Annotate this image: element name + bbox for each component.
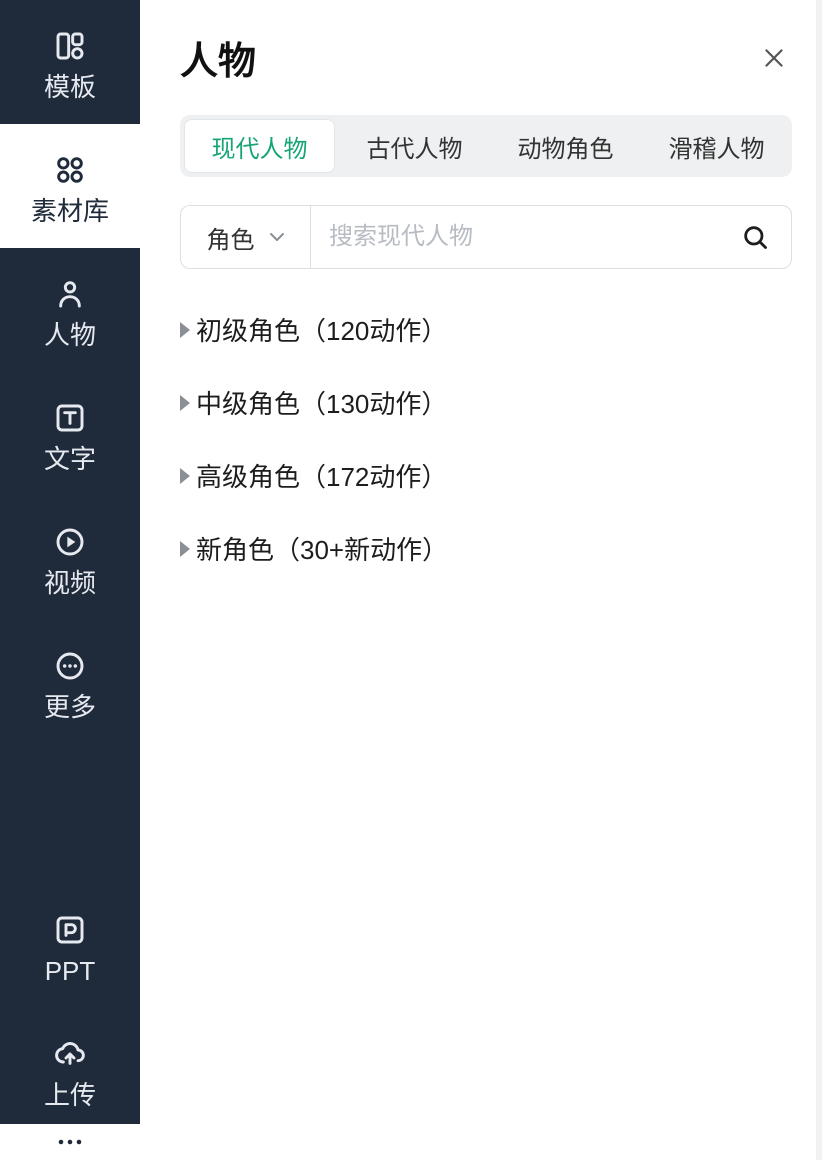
category-label: 初级角色（120动作）: [196, 311, 447, 348]
triangle-right-icon: [180, 322, 190, 338]
panel-scroll-track[interactable]: [816, 0, 822, 1160]
tab-label: 现代人物: [212, 129, 308, 164]
sidebar-item-template[interactable]: 模板: [0, 0, 140, 124]
triangle-right-icon: [180, 395, 190, 411]
category-new[interactable]: 新角色（30+新动作）: [180, 530, 792, 567]
upload-icon: [52, 1036, 88, 1072]
triangle-right-icon: [180, 468, 190, 484]
ppt-icon: [52, 912, 88, 948]
sidebar-item-label: 人物: [44, 322, 96, 348]
category-intermediate[interactable]: 中级角色（130动作）: [180, 384, 792, 421]
tab-ancient[interactable]: 古代人物: [339, 115, 490, 177]
sidebar-item-label: 更多: [44, 694, 96, 720]
close-button[interactable]: [756, 40, 792, 76]
panel-title: 人物: [180, 30, 256, 85]
panel-header: 人物: [180, 30, 792, 85]
category-advanced[interactable]: 高级角色（172动作）: [180, 457, 792, 494]
sidebar: 模板 素材库 人物 文字: [0, 0, 140, 1160]
category-label: 高级角色（172动作）: [196, 457, 447, 494]
character-tabs: 现代人物 古代人物 动物角色 滑稽人物: [180, 115, 792, 177]
tab-label: 古代人物: [367, 129, 463, 164]
filter-label: 角色: [207, 220, 255, 255]
video-icon: [52, 524, 88, 560]
text-icon: [52, 400, 88, 436]
search-input[interactable]: [329, 223, 737, 251]
chevron-down-icon: [269, 232, 285, 242]
sidebar-item-assets[interactable]: 素材库: [0, 124, 140, 248]
sidebar-item-label: 素材库: [31, 198, 109, 224]
tab-modern[interactable]: 现代人物: [184, 119, 335, 173]
sidebar-gap: [0, 744, 140, 884]
sidebar-item-more[interactable]: 更多: [0, 620, 140, 744]
sidebar-item-label: 文字: [44, 446, 96, 472]
sidebar-overflow[interactable]: [0, 1124, 140, 1160]
search-box: [310, 205, 792, 269]
sidebar-item-label: 视频: [44, 570, 96, 596]
triangle-right-icon: [180, 541, 190, 557]
assets-icon: [52, 152, 88, 188]
sidebar-item-video[interactable]: 视频: [0, 496, 140, 620]
search-icon: [741, 223, 769, 251]
sidebar-item-label: 模板: [44, 74, 96, 100]
filter-dropdown[interactable]: 角色: [180, 205, 310, 269]
more-icon: [52, 648, 88, 684]
sidebar-item-character[interactable]: 人物: [0, 248, 140, 372]
template-icon: [52, 28, 88, 64]
category-beginner[interactable]: 初级角色（120动作）: [180, 311, 792, 348]
tab-funny[interactable]: 滑稽人物: [641, 115, 792, 177]
search-row: 角色: [180, 205, 792, 269]
sidebar-item-label: 上传: [44, 1082, 96, 1108]
category-label: 新角色（30+新动作）: [196, 530, 448, 567]
panel-characters: 人物 现代人物 古代人物 动物角色 滑稽人物 角色 初级角: [140, 0, 822, 1160]
sidebar-item-upload[interactable]: 上传: [0, 1008, 140, 1132]
search-button[interactable]: [737, 219, 773, 255]
character-icon: [52, 276, 88, 312]
tab-animal[interactable]: 动物角色: [490, 115, 641, 177]
category-label: 中级角色（130动作）: [196, 384, 447, 421]
tab-label: 滑稽人物: [669, 129, 765, 164]
sidebar-item-ppt[interactable]: PPT: [0, 884, 140, 1008]
tab-label: 动物角色: [518, 129, 614, 164]
category-list: 初级角色（120动作） 中级角色（130动作） 高级角色（172动作） 新角色（…: [180, 305, 792, 567]
sidebar-item-text[interactable]: 文字: [0, 372, 140, 496]
sidebar-item-label: PPT: [45, 958, 96, 984]
